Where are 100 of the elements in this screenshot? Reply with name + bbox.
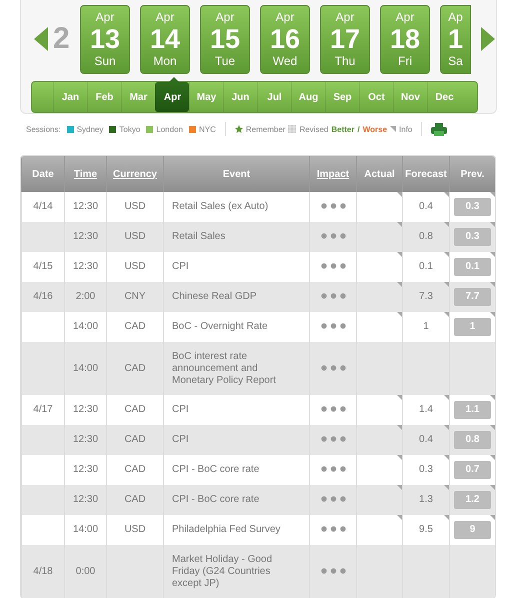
forecast-text: 0.1 [419, 261, 433, 272]
event-text: BoC - Overnight Rate [172, 321, 268, 332]
printer-icon[interactable] [431, 122, 448, 136]
day-card[interactable]: Apr 16 Wed [260, 4, 310, 74]
corner-mark-icon [444, 515, 449, 520]
date-text: 4/16 [33, 291, 53, 302]
corner-mark-icon [444, 222, 449, 227]
column-header: Forecast [402, 156, 449, 192]
corner-mark-icon [397, 312, 402, 317]
currency-text: CAD [124, 464, 146, 475]
impact-dots-icon [320, 233, 346, 239]
day-card[interactable]: Apr 17 Thu [320, 4, 370, 74]
day-card[interactable]: Ap 1 Sa [440, 4, 471, 74]
forecast-text: 9.5 [419, 524, 433, 535]
sessions-label: Sessions: [26, 124, 61, 134]
forecast-text: 0.8 [419, 231, 433, 242]
forecast-text: 7.3 [419, 291, 433, 302]
day-card[interactable]: Apr 18 Fri [380, 4, 430, 74]
previous-value-badge: 1.2 [454, 491, 491, 509]
event-text: Chinese Real GDP [172, 291, 256, 302]
revised-icon [288, 125, 296, 133]
corner-mark-icon [490, 312, 495, 317]
time-text: 12:30 [72, 434, 98, 445]
event-text: Retail Sales [172, 231, 226, 242]
corner-mark-icon [397, 222, 402, 227]
currency-text: CAD [124, 321, 146, 332]
corner-mark-icon [444, 252, 449, 257]
column-header[interactable]: Impact [309, 156, 356, 192]
day-card[interactable]: Apr 14 Mon [140, 4, 190, 74]
month-tab[interactable]: Feb [87, 82, 121, 112]
column-header: Actual [356, 156, 402, 192]
time-text: 12:30 [72, 261, 98, 272]
corner-mark-icon [490, 222, 495, 227]
event-text: CPI [172, 404, 189, 415]
pointer-icon [169, 77, 179, 82]
corner-mark-icon [444, 282, 449, 287]
currency-text: USD [124, 231, 146, 242]
corner-mark-icon [490, 282, 495, 287]
impact-dots-icon [320, 568, 346, 574]
corner-mark-icon [444, 425, 449, 430]
remember-label: Remember [246, 124, 286, 134]
event-text: Philadelphia Fed Survey [172, 524, 280, 535]
month-tab[interactable]: Dec [427, 82, 461, 112]
month-tab[interactable]: Jun [223, 82, 257, 112]
time-text: 12:30 [72, 201, 98, 212]
session-label: London [156, 124, 183, 134]
corner-mark-icon [397, 282, 402, 287]
session-label: Sydney [76, 124, 104, 134]
impact-dots-icon [320, 263, 346, 269]
impact-dots-icon [320, 364, 346, 370]
previous-value-badge: 0.8 [454, 431, 491, 449]
previous-value-badge: 0.1 [454, 258, 491, 276]
currency-text: CAD [124, 404, 146, 415]
date-text: 4/15 [33, 261, 53, 272]
month-tab[interactable]: Jul [257, 82, 291, 112]
previous-value-badge: 0.7 [454, 461, 491, 479]
currency-text: CAD [124, 362, 146, 374]
corner-mark-icon [490, 192, 495, 197]
impact-dots-icon [320, 466, 346, 472]
corner-mark-icon [397, 515, 402, 520]
time-text: 12:30 [72, 464, 98, 475]
corner-mark-icon [444, 312, 449, 317]
column-header[interactable]: Time [64, 156, 106, 192]
corner-mark-icon [397, 395, 402, 400]
month-tab[interactable]: May [189, 82, 223, 112]
forecast-text: 0.4 [419, 434, 433, 445]
impact-dots-icon [320, 203, 346, 209]
corner-mark-icon [490, 425, 495, 430]
previous-value-badge: 1 [454, 318, 491, 336]
corner-mark-icon [444, 485, 449, 490]
corner-mark-icon [397, 252, 402, 257]
month-tab[interactable]: Aug [291, 82, 325, 112]
corner-mark-icon [397, 455, 402, 460]
day-card[interactable]: Apr 15 Tue [200, 4, 250, 74]
forecast-text: 1.4 [419, 404, 433, 415]
day-card[interactable]: Apr 13 Sun [80, 4, 130, 74]
time-text: 0:00 [76, 566, 96, 576]
month-tab[interactable]: Oct [359, 82, 393, 112]
corner-mark-icon [490, 252, 495, 257]
impact-dots-icon [320, 526, 346, 532]
corner-mark-icon [397, 192, 402, 197]
month-tab[interactable]: Nov [393, 82, 427, 112]
corner-mark-icon [444, 455, 449, 460]
event-text: CPI [172, 434, 189, 445]
column-header[interactable]: Currency [106, 156, 163, 192]
currency-text: USD [124, 261, 146, 272]
corner-mark-icon [444, 192, 449, 197]
time-text: 12:30 [72, 231, 98, 242]
currency-text: USD [124, 201, 146, 212]
corner-mark-icon [490, 515, 495, 520]
month-tab[interactable]: Jan [53, 82, 87, 112]
event-text: CPI - BoC core rate [172, 494, 260, 505]
corner-mark-icon [490, 395, 495, 400]
month-tab[interactable]: Sep [325, 82, 359, 112]
right-arrow-icon[interactable] [480, 26, 496, 52]
event-text: CPI [172, 261, 189, 272]
corner-mark-icon [444, 395, 449, 400]
column-header: Event [163, 156, 309, 192]
time-text: 14:00 [72, 362, 98, 374]
left-arrow-icon[interactable] [33, 26, 49, 52]
